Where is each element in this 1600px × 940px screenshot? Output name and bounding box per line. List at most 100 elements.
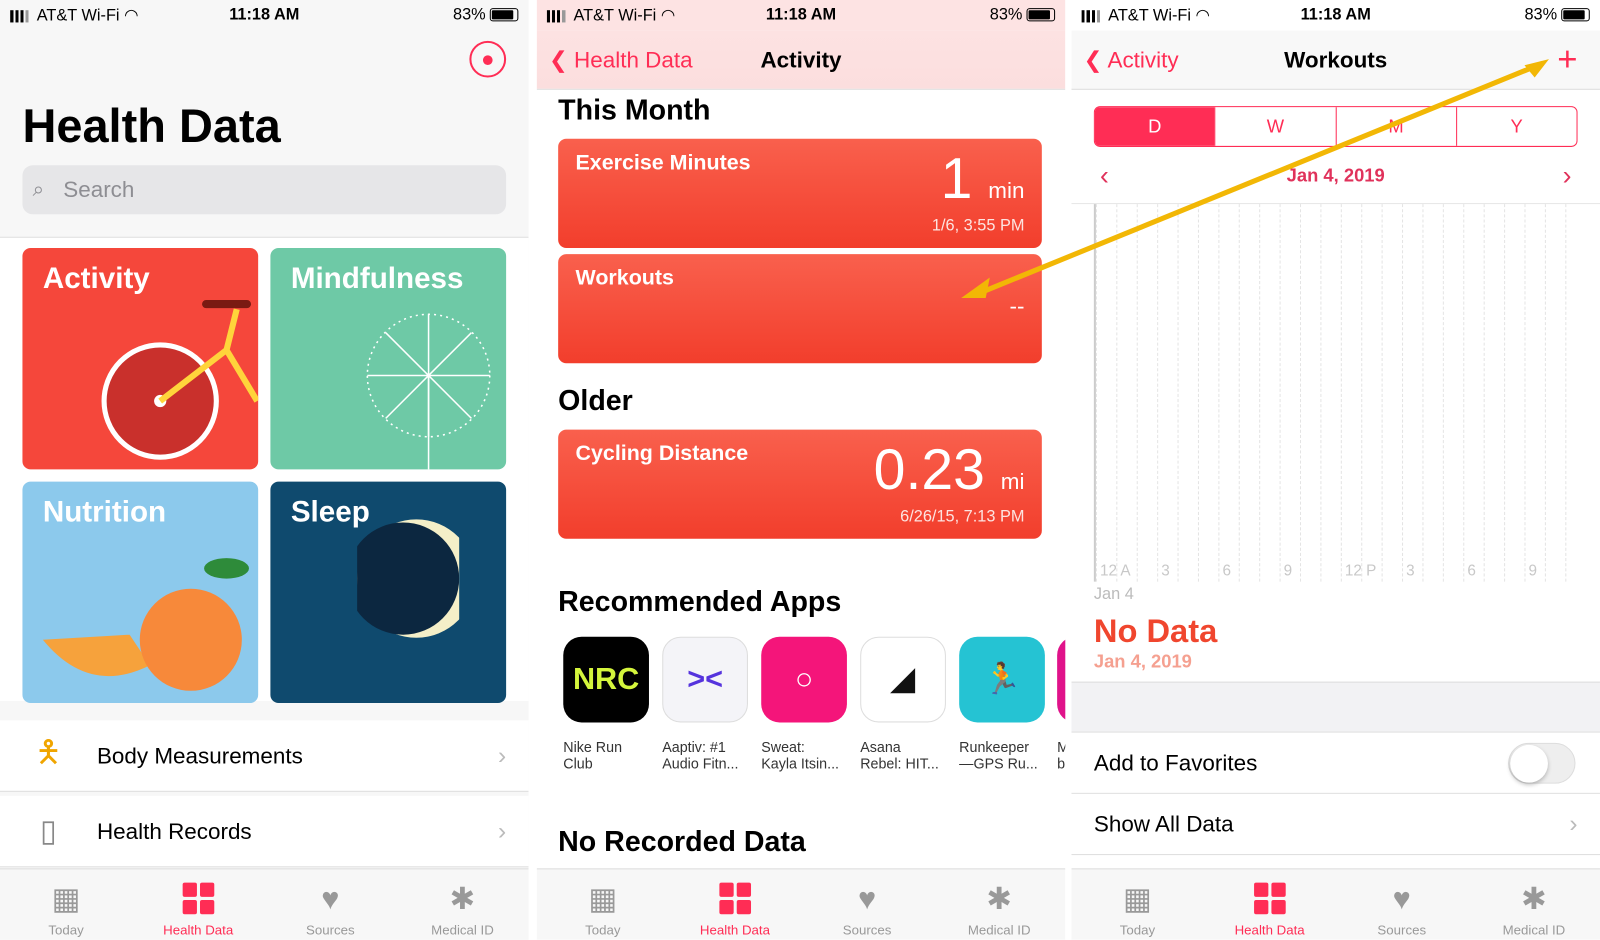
previous-day-button[interactable]: ‹ [1100,153,1109,198]
row-health-records[interactable]: ▯ Health Records › [0,795,529,868]
tab-medical-id[interactable]: ✱ Medical ID [1468,869,1600,939]
back-label: Activity [1107,46,1179,72]
tab-label: Today [1119,922,1156,938]
grid-icon [1253,882,1286,915]
app-asana-rebel[interactable]: ◢ Asana Rebel: HIT... [860,636,946,771]
tile-sleep[interactable]: Sleep [270,481,507,704]
segment-week[interactable]: W [1214,107,1336,146]
tab-sources[interactable]: ♥ Sources [1336,869,1468,939]
tab-bar: ▦ Today Health Data ♥ Sources ✱ Medical ID [1071,868,1600,940]
card-cycling-distance[interactable]: Cycling Distance 0.23 mi 6/26/15, 7:13 P… [558,429,1042,539]
peach-icon [42,558,249,691]
back-button[interactable]: ❮ Health Data [549,46,693,73]
app-name: Aaptiv: #1 [662,738,726,756]
chart-tick-label: 9 [1283,562,1293,580]
gridline [1116,204,1118,582]
segment-year[interactable]: Y [1455,107,1577,146]
tile-activity[interactable]: Activity [22,247,259,470]
aaptiv-logo-icon: >< [662,636,748,723]
grid-icon [182,882,215,915]
tile-nutrition[interactable]: Nutrition [22,481,259,704]
clock: 11:18 AM [765,6,837,24]
card-value: 0.23 mi [874,436,1025,502]
gridline [1095,204,1097,582]
profile-avatar-button[interactable]: ● [469,40,507,78]
card-date: 6/26/15, 7:13 PM [900,508,1025,526]
section-no-recorded-data: No Recorded Data [558,825,806,858]
tab-today[interactable]: ▦ Today [537,869,669,939]
app-nike-run-club[interactable]: NRC Nike Run Club [563,636,649,771]
segment-month[interactable]: M [1335,107,1456,146]
value: 1 [940,145,973,211]
status-bar: AT&T Wi-Fi ◠ 11:18 AM 83% [1071,0,1600,31]
row-label: Add to Favorites [1093,749,1258,775]
gridline [1565,204,1567,582]
moon-icon [357,519,460,638]
add-workout-button[interactable]: + [1557,40,1577,80]
gridline [1279,204,1281,582]
section-older: Older [558,384,633,417]
activity-screen: AT&T Wi-Fi ◠ 11:18 AM 83% ❮ Health Data … [536,0,1066,940]
app-name-2: b [1057,755,1066,772]
clock: 11:18 AM [1300,6,1371,24]
row-label: Health Records [96,817,252,844]
favorites-toggle[interactable] [1508,742,1576,784]
chevron-left-icon: ❮ [548,46,568,72]
tab-health-data[interactable]: Health Data [1204,869,1336,939]
tab-health-data[interactable]: Health Data [669,869,801,939]
nrc-logo-icon: NRC [563,636,649,723]
app-logo-icon [1057,636,1066,723]
tab-today[interactable]: ▦ Today [1071,869,1203,939]
segment-day[interactable]: D [1094,107,1215,146]
gridline [1320,204,1322,582]
back-button[interactable]: ❮ Activity [1084,46,1179,73]
health-data-screen: AT&T Wi-Fi ◠ 11:18 AM 83% ● Health Data … [0,0,529,940]
app-aaptiv[interactable]: >< Aaptiv: #1 Audio Fitn... [662,636,748,772]
section-recommended-apps: Recommended Apps [558,585,842,618]
value: 0.23 [873,436,985,502]
battery-icon [489,8,519,22]
gridline [1197,204,1199,582]
tab-medical-id[interactable]: ✱ Medical ID [396,869,528,939]
gridline [1463,204,1465,582]
tab-medical-id[interactable]: ✱ Medical ID [933,869,1065,939]
drop-logo-icon: ○ [761,636,847,723]
row-show-all-data[interactable]: Show All Data › [1071,793,1600,856]
gridline [1483,204,1485,582]
tab-label: Health Data [699,922,770,938]
search-placeholder: Search [63,176,135,203]
tab-today[interactable]: ▦ Today [0,869,132,939]
no-data-date: Jan 4, 2019 [1093,651,1192,672]
card-workouts[interactable]: Workouts -- [558,254,1042,364]
gridline [1402,204,1404,582]
gridline [1177,204,1179,582]
tab-sources[interactable]: ♥ Sources [801,869,933,939]
chevron-right-icon: › [497,741,507,769]
chart-tick-label: 6 [1467,562,1476,580]
app-runkeeper[interactable]: 🏃 Runkeeper —GPS Ru... [959,636,1045,772]
search-icon: ⌕ [32,178,45,202]
app-name-2: Audio Fitn... [662,755,739,772]
next-day-button[interactable]: › [1563,153,1572,198]
chart-tick-label: 9 [1528,562,1538,580]
row-body-measurements[interactable]: 🯅 Body Measurements › [0,720,529,792]
heart-icon: ♥ [857,882,877,917]
row-label: Show All Data [1093,810,1234,837]
chevron-right-icon: › [1569,809,1578,838]
heart-icon: ♥ [321,882,340,917]
dandelion-icon [366,313,491,470]
tab-sources[interactable]: ♥ Sources [264,869,396,939]
app-sweat[interactable]: ○ Sweat: Kayla Itsin... [761,636,847,771]
card-exercise-minutes[interactable]: Exercise Minutes 1 min 1/6, 3:55 PM [558,138,1042,248]
app-name-2: —GPS Ru... [959,755,1038,772]
app-name: Sweat: [761,738,805,756]
chart-tick-label: 6 [1222,562,1231,580]
app-name: Nike Run [563,738,623,756]
tile-mindfulness[interactable]: Mindfulness [270,247,507,470]
search-input[interactable]: ⌕ Search [22,165,507,215]
tab-label: Sources [842,922,892,938]
app-partial[interactable]: Mb [1057,636,1066,772]
tab-health-data[interactable]: Health Data [132,869,264,939]
logo-text: NRC [572,662,640,696]
chart-tick-label: 3 [1161,562,1170,580]
